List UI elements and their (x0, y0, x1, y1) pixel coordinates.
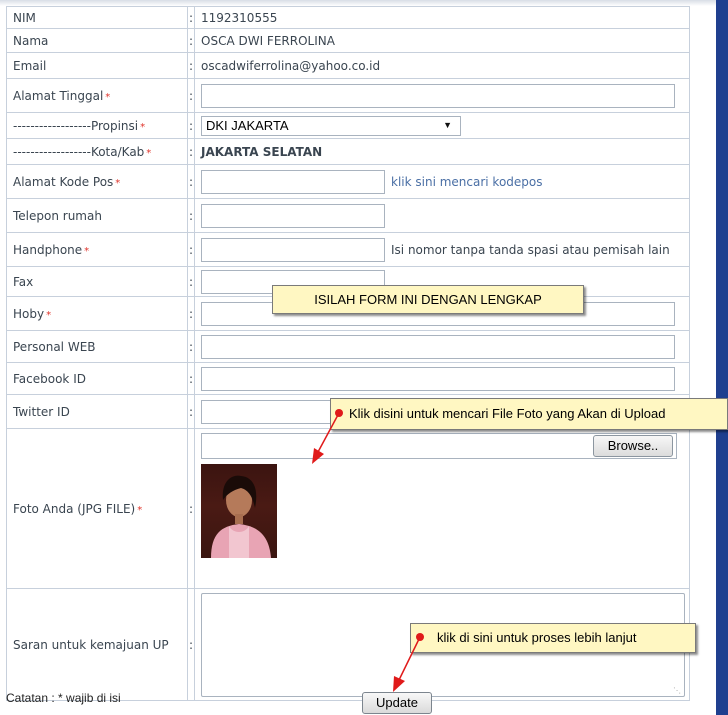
process-callout-dot (416, 633, 424, 641)
annotation-arrows (312, 412, 421, 692)
upload-callout-dot (335, 409, 343, 417)
